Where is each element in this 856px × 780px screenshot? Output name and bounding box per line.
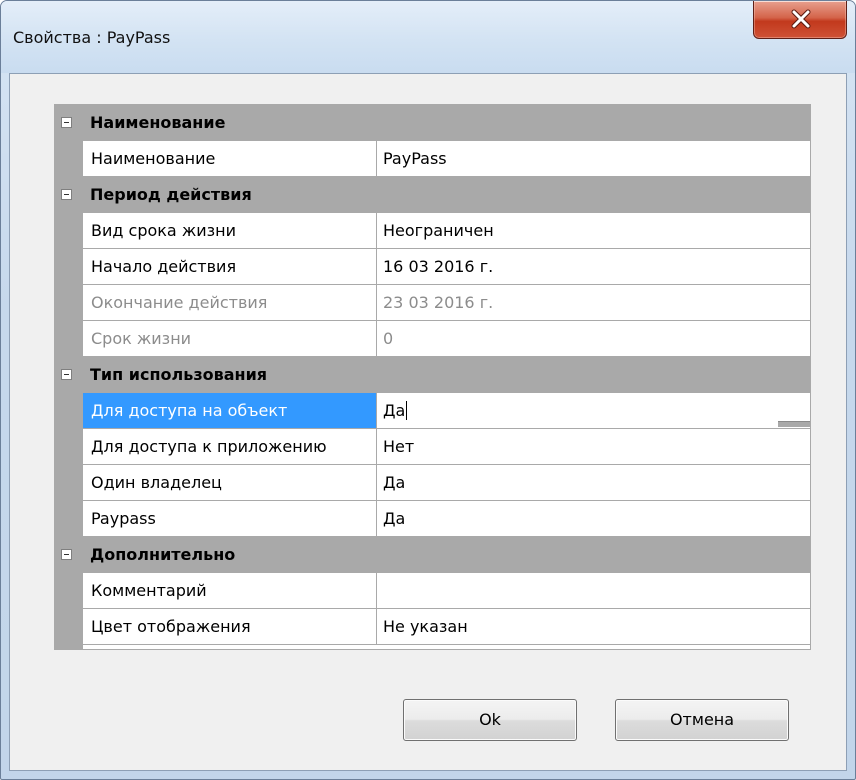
property-row[interactable]: Начало действия 16 03 2016 г. <box>55 249 810 285</box>
property-name[interactable]: Вид срока жизни <box>83 213 377 248</box>
collapse-toggle-icon[interactable] <box>61 369 72 380</box>
category-label: Период действия <box>90 185 252 204</box>
properties-dialog: Свойства : PayPass Наименование Наименов… <box>0 0 856 780</box>
property-name[interactable]: Комментарий <box>83 573 377 608</box>
category-additional: Дополнительно <box>55 537 810 573</box>
property-name[interactable]: Окончание действия <box>83 285 377 320</box>
property-row[interactable]: Срок жизни 0 <box>55 321 810 357</box>
property-value[interactable]: Неограничен <box>377 213 810 248</box>
property-name[interactable]: Срок жизни <box>83 321 377 356</box>
property-row[interactable]: Цвет отображения Не указан <box>55 609 810 645</box>
property-value: 0 <box>383 329 394 348</box>
cancel-button[interactable]: Отмена <box>615 699 789 741</box>
text-caret <box>406 400 408 420</box>
property-name[interactable]: Один владелец <box>83 465 377 500</box>
property-name[interactable]: Цвет отображения <box>83 609 377 644</box>
category-label: Наименование <box>90 113 226 132</box>
property-value-text: Да <box>383 401 406 420</box>
dialog-client-area: Наименование Наименование PayPass Период… <box>9 73 847 771</box>
property-name[interactable]: Наименование <box>83 141 377 176</box>
property-row[interactable]: Наименование PayPass <box>55 141 810 177</box>
property-row[interactable]: Вид срока жизни Неограничен <box>55 213 810 249</box>
property-row[interactable]: Комментарий <box>55 573 810 609</box>
category-label: Дополнительно <box>90 545 236 564</box>
property-value[interactable]: 16 03 2016 г. <box>377 249 810 284</box>
property-value[interactable]: Не указан <box>377 609 810 644</box>
category-label: Тип использования <box>90 365 268 384</box>
dropdown-button[interactable] <box>778 421 810 427</box>
property-value: 23 03 2016 г. <box>383 293 494 312</box>
close-button[interactable] <box>753 1 847 39</box>
ok-button[interactable]: Ok <box>403 699 577 741</box>
close-icon <box>791 9 811 29</box>
property-value[interactable]: Нет <box>377 429 810 464</box>
property-value[interactable]: Да <box>377 501 810 536</box>
property-value-editor[interactable]: Да <box>377 393 810 428</box>
property-row[interactable]: Paypass Да <box>55 501 810 537</box>
window-title: Свойства : PayPass <box>13 28 171 47</box>
property-value[interactable] <box>377 573 810 608</box>
category-usage-type: Тип использования <box>55 357 810 393</box>
property-grid: Наименование Наименование PayPass Период… <box>54 104 811 650</box>
property-name[interactable]: Для доступа к приложению <box>83 429 377 464</box>
collapse-toggle-icon[interactable] <box>61 189 72 200</box>
title-bar[interactable]: Свойства : PayPass <box>1 1 855 73</box>
property-row-selected[interactable]: Для доступа на объект Да <box>55 393 810 429</box>
property-name[interactable]: Для доступа на объект <box>83 393 377 428</box>
property-value[interactable]: PayPass <box>377 141 810 176</box>
category-period: Период действия <box>55 177 810 213</box>
collapse-toggle-icon[interactable] <box>61 549 72 560</box>
category-naimenovanie: Наименование <box>55 105 810 141</box>
property-row[interactable]: Окончание действия 23 03 2016 г. <box>55 285 810 321</box>
property-value[interactable]: Да <box>377 465 810 500</box>
property-name[interactable]: Paypass <box>83 501 377 536</box>
collapse-toggle-icon[interactable] <box>61 117 72 128</box>
property-row[interactable]: Один владелец Да <box>55 465 810 501</box>
property-name[interactable]: Начало действия <box>83 249 377 284</box>
property-row[interactable]: Для доступа к приложению Нет <box>55 429 810 465</box>
